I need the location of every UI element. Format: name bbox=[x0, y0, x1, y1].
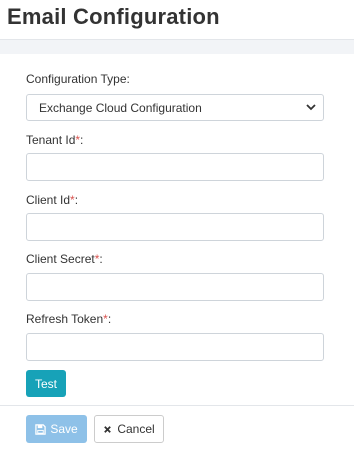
label-colon: : bbox=[107, 312, 112, 326]
client-id-label-text: Client Id bbox=[26, 193, 71, 207]
x-icon bbox=[103, 425, 112, 434]
cancel-button-label: Cancel bbox=[117, 422, 155, 436]
refresh-token-label: Refresh Token*: bbox=[26, 312, 111, 326]
page-header: Email Configuration bbox=[0, 0, 354, 40]
tenant-id-label-text: Tenant Id bbox=[26, 133, 76, 147]
client-id-input[interactable] bbox=[26, 213, 324, 241]
config-type-label: Configuration Type: bbox=[26, 72, 130, 86]
client-secret-input[interactable] bbox=[26, 273, 324, 301]
form-footer: Save Cancel bbox=[0, 405, 354, 453]
page-title: Email Configuration bbox=[7, 4, 220, 29]
floppy-disk-icon bbox=[35, 423, 47, 435]
refresh-token-label-text: Refresh Token bbox=[26, 312, 104, 326]
content-background bbox=[0, 40, 354, 54]
refresh-token-input[interactable] bbox=[26, 333, 324, 361]
config-type-select[interactable]: Exchange Cloud Configuration bbox=[26, 94, 324, 121]
label-colon: : bbox=[74, 193, 79, 207]
label-colon: : bbox=[99, 252, 103, 266]
client-id-label: Client Id*: bbox=[26, 193, 78, 207]
tenant-id-label: Tenant Id*: bbox=[26, 133, 83, 147]
test-button[interactable]: Test bbox=[26, 370, 66, 397]
email-config-form: Configuration Type: Exchange Cloud Confi… bbox=[0, 54, 354, 404]
tenant-id-input[interactable] bbox=[26, 153, 324, 181]
cancel-button[interactable]: Cancel bbox=[94, 415, 164, 443]
save-button[interactable]: Save bbox=[26, 415, 87, 443]
chevron-down-icon bbox=[306, 102, 316, 112]
label-colon: : bbox=[80, 133, 84, 147]
client-secret-label: Client Secret*: bbox=[26, 252, 103, 266]
client-secret-label-text: Client Secret bbox=[26, 252, 95, 266]
config-type-selected-value: Exchange Cloud Configuration bbox=[39, 100, 202, 115]
save-button-label: Save bbox=[50, 422, 78, 436]
